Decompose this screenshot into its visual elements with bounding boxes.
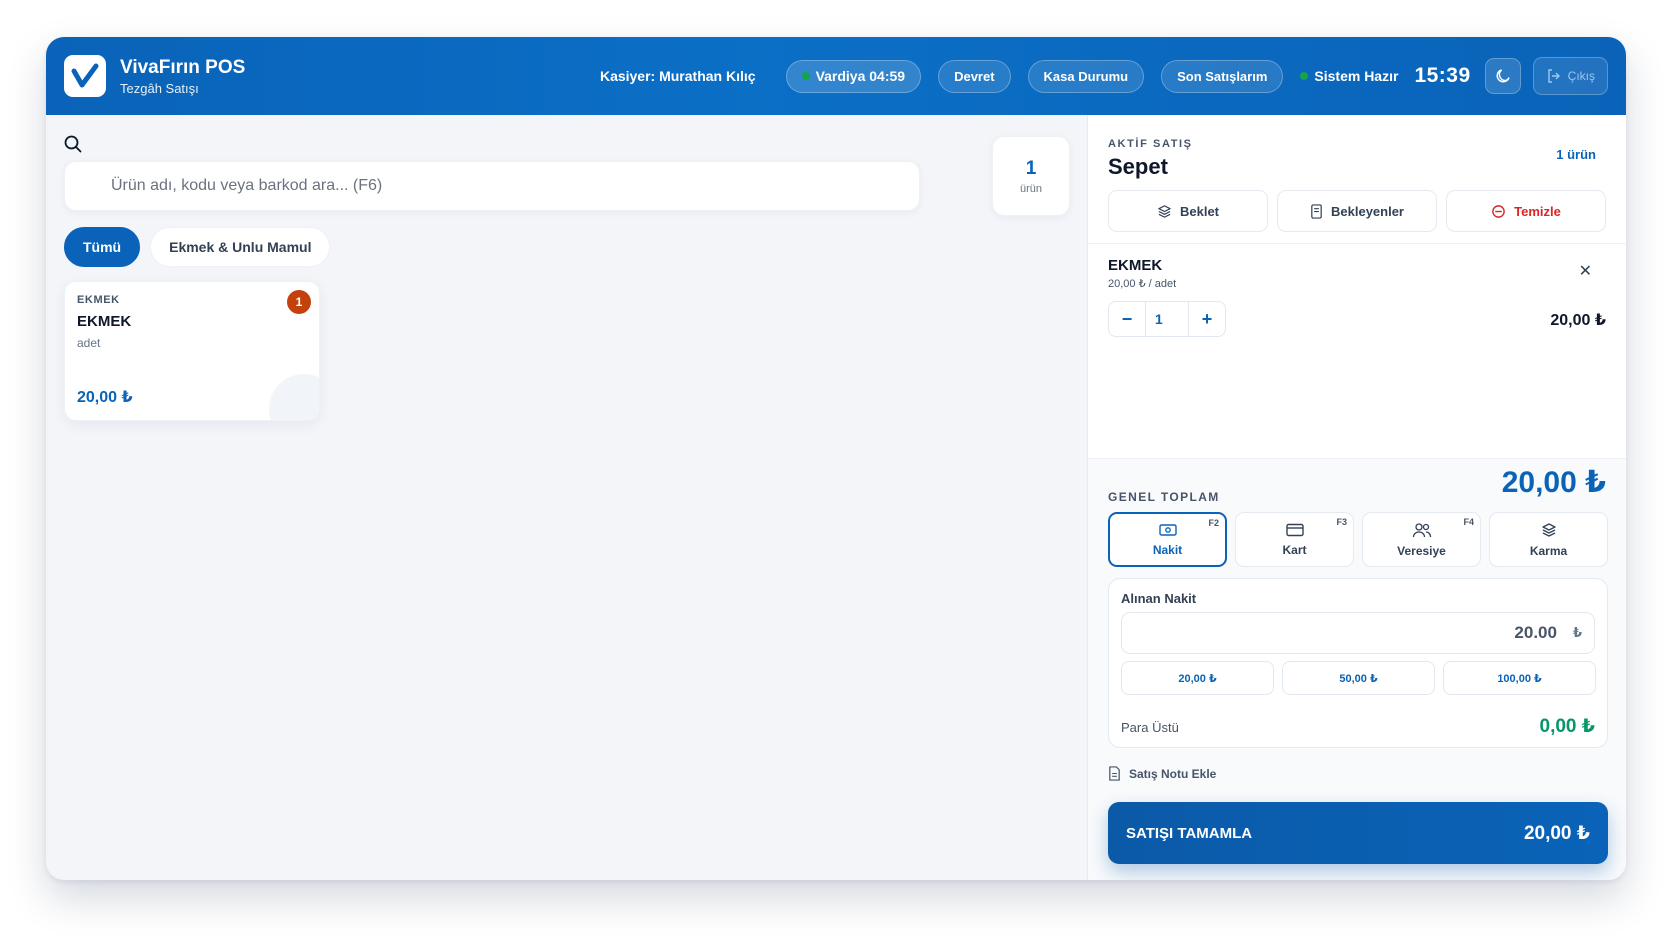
app-logo [64,55,106,97]
logout-icon [1547,69,1560,83]
add-note-label: Satış Notu Ekle [1129,766,1217,781]
cart-panel: AKTİF SATIŞ Sepet 1 ürün Beklet Bekleyen… [1087,115,1626,880]
system-status-label: Sistem Hazır [1314,68,1399,84]
cash-received-box: Alınan Nakit 20.00 ₺ 20,00 ₺ 50,00 ₺ 100… [1108,578,1608,748]
complete-sale-button[interactable]: SATIŞI TAMAMLA 20,00 ₺ [1108,802,1608,864]
clear-circle-icon [1492,204,1505,218]
pay-cash-button[interactable]: F2 Nakit [1108,512,1227,567]
pay-credit-button[interactable]: F4 Veresiye [1362,512,1481,567]
app-title: VivaFırın POS [120,56,246,78]
cash-received-value: 20.00 [1514,623,1557,642]
register-status-button[interactable]: Kasa Durumu [1027,59,1145,93]
divider [1088,458,1626,459]
grand-total-label: GENEL TOPLAM [1108,490,1220,504]
top-bar: VivaFırın POS Tezgâh Satışı Kasiyer: Mur… [46,37,1626,115]
cart-actions: Beklet Bekleyenler Temizle [1108,190,1606,232]
product-panel: Ürün adı, kodu veya barkod ara... (F6) 1… [46,115,1087,880]
logout-button[interactable]: Çıkış [1532,57,1608,95]
product-count-label: ürün [1019,182,1043,195]
cash-icon [1158,523,1177,536]
pay-card-button[interactable]: F3 Kart [1235,512,1354,567]
currency-symbol: ₺ [1572,625,1582,640]
held-sales-label: Bekleyenler [1331,203,1404,219]
card-shortcut: F3 [1336,517,1347,527]
cart-line-name: EKMEK [1108,257,1163,274]
dark-mode-toggle[interactable] [1484,58,1521,94]
pos-window: VivaFırın POS Tezgâh Satışı Kasiyer: Mur… [46,37,1626,880]
change-value: 0,00 ₺ [1539,716,1595,737]
card-icon [1285,523,1304,536]
add-note-button[interactable]: Satış Notu Ekle [1108,766,1216,781]
shift-label: Vardiya 04:59 [815,68,906,84]
product-count-value: 1 [1025,157,1037,179]
credit-shortcut: F4 [1463,517,1474,527]
payment-methods: F2 Nakit F3 Kart F4 Veresiye Karma [1108,512,1608,567]
search-input[interactable]: Ürün adı, kodu veya barkod ara... (F6) [64,161,920,211]
change-label: Para Üstü [1121,720,1179,735]
search-icon [64,135,82,153]
brand: VivaFırın POS Tezgâh Satışı [120,57,245,96]
increase-qty-button[interactable]: + [1189,302,1225,336]
category-bread[interactable]: Ekmek & Unlu Mamul [150,227,331,267]
system-status: Sistem Hazır [1300,68,1398,84]
cash-label: Nakit [1152,542,1183,557]
cart-title: Sepet [1108,154,1168,179]
cashier-name: Kasiyer: Murathan Kılıç [599,68,756,84]
category-tabs: Tümü Ekmek & Unlu Mamul [64,227,331,267]
layers-icon [1541,522,1556,537]
product-price: 20,00 ₺ [77,389,133,406]
clock: 15:39 [1414,64,1471,87]
held-sales-button[interactable]: Bekleyenler [1277,190,1437,232]
cash-shortcut: F2 [1208,518,1219,528]
receipt-icon [1311,203,1322,219]
clear-cart-label: Temizle [1514,203,1561,219]
complete-sale-amount: 20,00 ₺ [1523,822,1590,844]
last-sales-button[interactable]: Son Satışlarım [1161,59,1284,93]
quick-amount-button[interactable]: 50,00 ₺ [1282,661,1435,695]
quick-amounts: 20,00 ₺ 50,00 ₺ 100,00 ₺ [1121,661,1596,695]
cash-received-input[interactable]: 20.00 ₺ [1121,612,1595,654]
transfer-button[interactable]: Devret [938,59,1011,93]
system-status-dot [1300,72,1309,80]
category-all[interactable]: Tümü [64,227,141,267]
cart-item-count: 1 ürün [1556,147,1596,162]
hold-sale-label: Beklet [1179,203,1220,219]
logout-label: Çıkış [1567,69,1595,83]
remove-line-icon[interactable]: ✕ [1579,261,1592,281]
quantity-field[interactable]: 1 [1145,302,1189,336]
cart-line-total: 20,00 ₺ [1550,312,1606,329]
complete-sale-label: SATIŞI TAMAMLA [1126,824,1253,842]
product-count: 1 ürün [992,136,1070,216]
quick-amount-button[interactable]: 20,00 ₺ [1121,661,1274,695]
card-label: Kart [1282,542,1307,557]
product-category: EKMEK [77,294,120,306]
users-icon [1412,522,1431,537]
divider [1088,243,1626,244]
hold-sale-button[interactable]: Beklet [1108,190,1268,232]
pay-mixed-button[interactable]: Karma [1489,512,1608,567]
mixed-label: Karma [1529,543,1568,558]
product-unit: adet [77,336,101,350]
decrease-qty-button[interactable]: − [1109,302,1145,336]
quantity-stepper: − 1 + [1108,301,1226,337]
product-card[interactable]: EKMEK EKMEK adet 20,00 ₺ 1 [64,281,320,421]
note-icon [1109,766,1120,781]
quick-amount-button[interactable]: 100,00 ₺ [1443,661,1596,695]
layers-icon [1158,204,1171,218]
cart-kicker: AKTİF SATIŞ [1108,138,1193,150]
cash-received-label: Alınan Nakit [1121,591,1197,606]
credit-label: Veresiye [1397,543,1446,558]
app-subtitle: Tezgâh Satışı [120,80,199,96]
cart-line-unit-price: 20,00 ₺ / adet [1108,278,1177,290]
card-decoration [269,374,319,420]
shift-timer: Vardiya 04:59 [785,59,922,93]
product-name: EKMEK [77,313,132,330]
clear-cart-button[interactable]: Temizle [1446,190,1606,232]
moon-icon [1496,69,1510,83]
grand-total-value: 20,00 ₺ [1501,466,1606,499]
shift-status-dot [801,72,810,80]
cart-qty-badge: 1 [287,290,311,314]
